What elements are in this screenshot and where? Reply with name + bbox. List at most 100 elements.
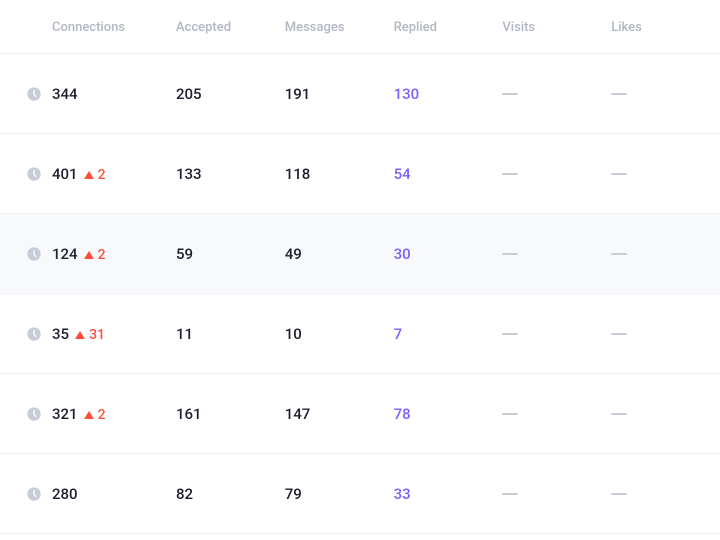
clock-icon xyxy=(26,166,42,182)
empty-indicator xyxy=(502,333,518,336)
cell-visits xyxy=(502,86,611,102)
replied-value: 54 xyxy=(394,165,411,183)
cell-replied: 33 xyxy=(394,485,503,503)
empty-indicator xyxy=(502,413,518,416)
messages-value: 191 xyxy=(285,85,311,103)
cell-connections: 124 2 xyxy=(52,245,176,263)
metrics-table: Connections Accepted Messages Replied Vi… xyxy=(0,0,720,534)
warning-badge: 31 xyxy=(75,327,105,343)
cell-connections: 344 xyxy=(52,85,176,103)
header-messages[interactable]: Messages xyxy=(285,20,345,35)
cell-accepted: 161 xyxy=(176,405,285,423)
cell-replied: 54 xyxy=(394,165,503,183)
table-row[interactable]: 401 2 133118 54 xyxy=(0,134,720,214)
cell-likes xyxy=(611,406,720,422)
row-status-icon-cell xyxy=(0,86,52,102)
cell-likes xyxy=(611,486,720,502)
empty-indicator xyxy=(611,173,627,176)
warning-count: 2 xyxy=(98,407,106,423)
cell-visits xyxy=(502,166,611,182)
accepted-value: 205 xyxy=(176,85,202,103)
cell-replied: 78 xyxy=(394,405,503,423)
empty-indicator xyxy=(611,413,627,416)
connections-value: 321 xyxy=(52,405,78,423)
replied-value: 7 xyxy=(394,325,403,343)
empty-indicator xyxy=(502,173,518,176)
cell-likes xyxy=(611,166,720,182)
cell-replied: 30 xyxy=(394,245,503,263)
cell-visits xyxy=(502,246,611,262)
cell-replied: 7 xyxy=(394,325,503,343)
row-status-icon-cell xyxy=(0,246,52,262)
cell-connections: 321 2 xyxy=(52,405,176,423)
row-status-icon-cell xyxy=(0,486,52,502)
accepted-value: 11 xyxy=(176,325,193,343)
cell-messages: 118 xyxy=(285,165,394,183)
header-accepted[interactable]: Accepted xyxy=(176,20,231,35)
cell-accepted: 11 xyxy=(176,325,285,343)
replied-value: 33 xyxy=(394,485,411,503)
replied-value: 78 xyxy=(394,405,411,423)
connections-value: 35 xyxy=(52,325,69,343)
clock-icon xyxy=(26,486,42,502)
cell-visits xyxy=(502,406,611,422)
cell-visits xyxy=(502,326,611,342)
row-status-icon-cell xyxy=(0,326,52,342)
cell-accepted: 82 xyxy=(176,485,285,503)
cell-messages: 79 xyxy=(285,485,394,503)
connections-value: 124 xyxy=(52,245,78,263)
cell-connections: 280 xyxy=(52,485,176,503)
empty-indicator xyxy=(611,253,627,256)
warning-badge: 2 xyxy=(84,247,106,263)
header-likes[interactable]: Likes xyxy=(611,20,642,35)
empty-indicator xyxy=(502,93,518,96)
table-row[interactable]: 321 2 16114778 xyxy=(0,374,720,454)
messages-value: 49 xyxy=(285,245,302,263)
cell-likes xyxy=(611,246,720,262)
empty-indicator xyxy=(611,333,627,336)
accepted-value: 59 xyxy=(176,245,193,263)
messages-value: 118 xyxy=(285,165,311,183)
cell-messages: 147 xyxy=(285,405,394,423)
cell-accepted: 59 xyxy=(176,245,285,263)
cell-visits xyxy=(502,486,611,502)
table-row[interactable]: 35 31 11 10 7 xyxy=(0,294,720,374)
warning-icon xyxy=(84,171,94,179)
clock-icon xyxy=(26,246,42,262)
header-connections[interactable]: Connections xyxy=(52,20,125,35)
empty-indicator xyxy=(502,493,518,496)
warning-count: 2 xyxy=(98,167,106,183)
connections-value: 401 xyxy=(52,165,78,183)
messages-value: 10 xyxy=(285,325,302,343)
header-visits[interactable]: Visits xyxy=(502,20,535,35)
cell-accepted: 133 xyxy=(176,165,285,183)
warning-badge: 2 xyxy=(84,407,106,423)
warning-icon xyxy=(84,251,94,259)
cell-likes xyxy=(611,326,720,342)
table-row[interactable]: 280 82 79 33 xyxy=(0,454,720,534)
empty-indicator xyxy=(611,493,627,496)
table-row[interactable]: 344 205 191 130 xyxy=(0,54,720,134)
accepted-value: 82 xyxy=(176,485,193,503)
warning-count: 2 xyxy=(98,247,106,263)
clock-icon xyxy=(26,326,42,342)
clock-icon xyxy=(26,406,42,422)
table-header-row: Connections Accepted Messages Replied Vi… xyxy=(0,0,720,54)
connections-value: 344 xyxy=(52,85,78,103)
cell-messages: 191 xyxy=(285,85,394,103)
cell-accepted: 205 xyxy=(176,85,285,103)
cell-connections: 35 31 xyxy=(52,325,176,343)
warning-icon xyxy=(84,411,94,419)
replied-value: 130 xyxy=(394,85,420,103)
empty-indicator xyxy=(502,253,518,256)
messages-value: 79 xyxy=(285,485,302,503)
header-replied[interactable]: Replied xyxy=(394,20,437,35)
warning-badge: 2 xyxy=(84,167,106,183)
table-row[interactable]: 124 2 59 49 30 xyxy=(0,214,720,294)
connections-value: 280 xyxy=(52,485,78,503)
row-status-icon-cell xyxy=(0,406,52,422)
empty-indicator xyxy=(611,93,627,96)
table-body: 344205191130 401213311854 1242594930 353… xyxy=(0,54,720,534)
cell-connections: 401 2 xyxy=(52,165,176,183)
cell-messages: 10 xyxy=(285,325,394,343)
